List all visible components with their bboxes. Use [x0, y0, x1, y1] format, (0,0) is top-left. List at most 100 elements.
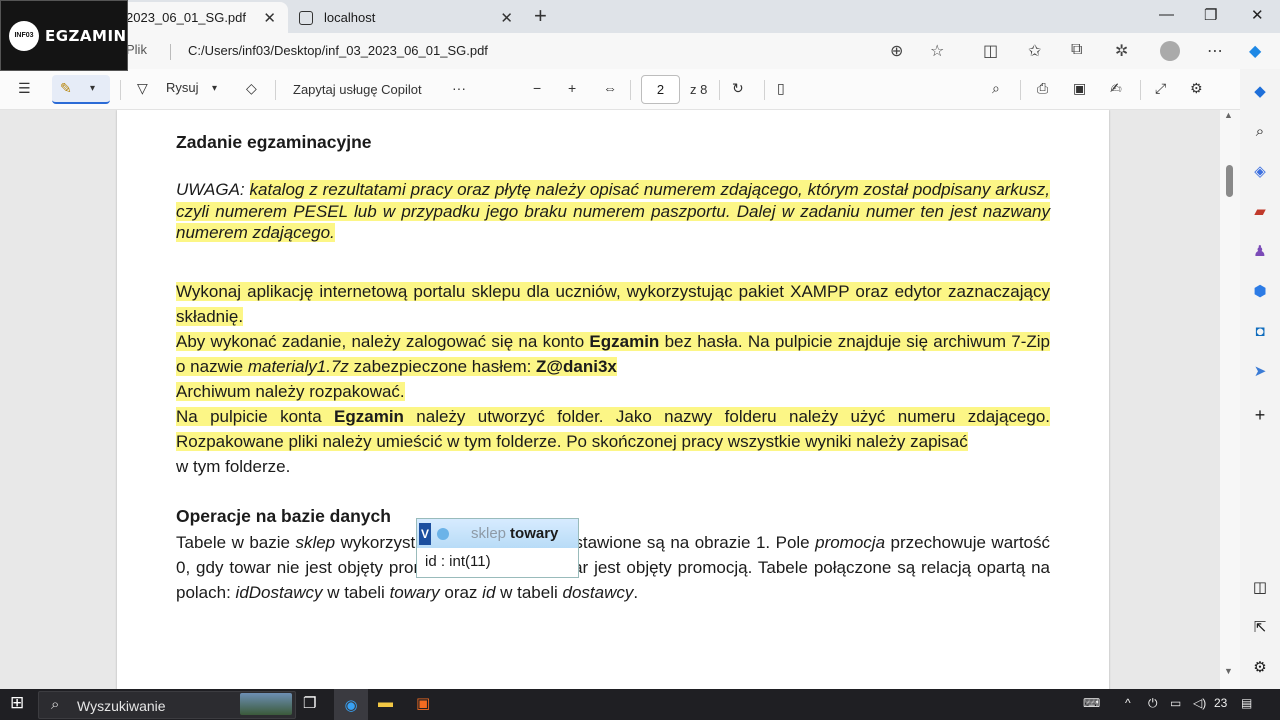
notifications-icon[interactable]: ◆: [1250, 81, 1270, 101]
db-text: .: [633, 583, 639, 602]
password-text: zabezpieczone hasłem:: [348, 357, 537, 376]
search-icon[interactable]: ⌕: [992, 80, 1000, 97]
more-menu-icon[interactable]: ⋯: [1207, 41, 1223, 61]
divider: [1140, 80, 1141, 100]
draw-icon: ▽: [137, 80, 148, 96]
folder-text-end: w tym folderze.: [176, 457, 291, 476]
keyboard-icon[interactable]: ⌨: [1083, 696, 1100, 710]
open-external-icon[interactable]: ⇱: [1250, 617, 1270, 637]
xampp-icon[interactable]: ▣: [416, 694, 430, 712]
notice-label: UWAGA:: [176, 180, 245, 199]
chevron-down-icon[interactable]: ▾: [90, 83, 95, 94]
volume-icon[interactable]: ◁): [1193, 696, 1206, 710]
settings-gear-icon[interactable]: ⚙: [1190, 80, 1203, 97]
sidebar-settings-icon[interactable]: ⚙: [1250, 657, 1270, 677]
scroll-down-icon[interactable]: ▼: [1224, 666, 1233, 676]
scroll-thumb[interactable]: [1226, 165, 1233, 197]
restore-button[interactable]: ❐: [1204, 6, 1217, 24]
show-hidden-icons-icon[interactable]: ^: [1125, 696, 1131, 710]
db-text: Tabele w bazie: [176, 533, 296, 552]
games-icon[interactable]: ♟: [1250, 241, 1270, 261]
outlook-icon[interactable]: ◘: [1250, 321, 1270, 341]
eraser-icon[interactable]: ◇: [246, 80, 257, 97]
site-info-label[interactable]: Plik: [126, 42, 147, 57]
close-tab-icon[interactable]: ✕: [500, 9, 513, 27]
logo-badge: INF03: [9, 20, 39, 51]
tab-localhost[interactable]: localhost ✕: [289, 2, 525, 33]
login-text: Aby wykonać zadanie, należy zalogować si…: [176, 332, 590, 351]
split-screen-icon[interactable]: ◫: [983, 41, 998, 61]
field-name: id: [482, 583, 496, 602]
task-intro: Wykonaj aplikację internetową portalu sk…: [176, 282, 1050, 326]
minimize-button[interactable]: —: [1159, 6, 1174, 23]
more-tools-icon[interactable]: ···: [452, 80, 466, 96]
task-view-icon[interactable]: ❐: [303, 694, 316, 712]
section-heading: Zadanie egzaminacyjne: [176, 132, 372, 152]
db-text: w tabeli: [495, 583, 563, 602]
highlighter-icon: ✎: [60, 80, 72, 96]
search-icon[interactable]: ⌕: [1250, 121, 1270, 141]
vertical-scrollbar[interactable]: ▲ ▼: [1220, 110, 1240, 689]
edge-taskbar-icon[interactable]: ◉: [334, 689, 368, 720]
unpack-text: Archiwum należy rozpakować.: [176, 382, 405, 401]
title-bar: 2023_06_01_SG.pdf ✕ localhost ✕ + — ❐ ✕: [0, 0, 1280, 33]
clock[interactable]: 23: [1214, 696, 1227, 710]
table-field-row: id : int(11): [425, 553, 491, 570]
add-icon[interactable]: +: [1250, 405, 1270, 425]
scroll-up-icon[interactable]: ▲: [1224, 110, 1233, 120]
task-paragraph: Wykonaj aplikację internetową portalu sk…: [176, 279, 1051, 479]
windows-start-icon[interactable]: ⊞: [10, 693, 24, 713]
zoom-out-button[interactable]: −: [533, 80, 541, 96]
file-explorer-icon[interactable]: ▬: [378, 694, 393, 711]
archive-password: Z@dani3x: [536, 357, 617, 376]
pdf-toolbar: ☰ ✎ ▾ ▽ Rysuj ▾ ◇ Zapytaj usługę Copilot…: [0, 69, 1240, 110]
profile-avatar[interactable]: [1160, 41, 1180, 61]
copilot-ask-button[interactable]: Zapytaj usługę Copilot: [293, 82, 422, 97]
divider: [1020, 80, 1021, 100]
new-tab-button[interactable]: +: [534, 5, 547, 27]
shopping-icon[interactable]: ◈: [1250, 161, 1270, 181]
draw-label[interactable]: Rysuj: [166, 80, 199, 95]
sidebar-layout-icon[interactable]: ◫: [1250, 577, 1270, 597]
page-view-icon[interactable]: ▯: [777, 80, 785, 97]
table-diagram: V sklep towary id : int(11): [416, 518, 579, 578]
table-diagram-header: V sklep towary: [417, 519, 578, 548]
copilot-icon[interactable]: ◆: [1249, 41, 1261, 61]
account-name: Egzamin: [334, 407, 404, 426]
microsoft365-icon[interactable]: ⬢: [1250, 281, 1270, 301]
divider: [275, 80, 276, 100]
edge-sidebar: ◆ ⌕ ◈ ▰ ♟ ⬢ ◘ ➤ + ◫ ⇱ ⚙: [1240, 69, 1280, 689]
page-number-input[interactable]: 2: [641, 75, 680, 104]
collections-icon[interactable]: ⧉: [1071, 41, 1082, 59]
save-as-icon[interactable]: ✍: [1110, 80, 1122, 97]
table-of-contents-icon[interactable]: ☰: [18, 80, 31, 97]
db-text: oraz: [439, 583, 483, 602]
folder-text: Na pulpicie konta: [176, 407, 335, 426]
power-icon[interactable]: ⏻: [1148, 696, 1158, 711]
rotate-icon[interactable]: ↻: [732, 80, 744, 97]
zoom-in-button[interactable]: +: [568, 80, 576, 96]
extensions-icon[interactable]: ✲: [1115, 41, 1128, 61]
zoom-icon[interactable]: ⊕: [890, 41, 903, 61]
favorites-icon[interactable]: ✩: [1028, 41, 1041, 61]
archive-name: materialy1.7z: [247, 357, 349, 376]
field-name: promocja: [815, 533, 886, 552]
drop-icon[interactable]: ➤: [1250, 361, 1270, 381]
favorite-star-icon[interactable]: ☆: [930, 41, 944, 61]
notification-center-icon[interactable]: ▤: [1241, 696, 1252, 710]
url-field[interactable]: C:/Users/inf03/Desktop/inf_03_2023_06_01…: [188, 43, 488, 58]
save-icon[interactable]: ▣: [1073, 80, 1086, 97]
close-window-button[interactable]: ✕: [1251, 6, 1264, 24]
fit-page-icon[interactable]: ⇔: [603, 80, 617, 96]
divider: [764, 80, 765, 100]
page-icon: [299, 10, 313, 25]
network-icon[interactable]: ▭: [1170, 696, 1181, 710]
chevron-down-icon[interactable]: ▾: [212, 83, 217, 94]
fullscreen-icon[interactable]: ⤢: [1155, 80, 1166, 97]
logo-text: EGZAMIN: [45, 26, 127, 45]
search-highlight-image: [240, 693, 292, 715]
close-tab-icon[interactable]: ✕: [263, 9, 276, 27]
tools-icon[interactable]: ▰: [1250, 201, 1270, 221]
print-icon[interactable]: ⎙: [1037, 80, 1048, 97]
search-icon: ⌕: [51, 696, 60, 713]
